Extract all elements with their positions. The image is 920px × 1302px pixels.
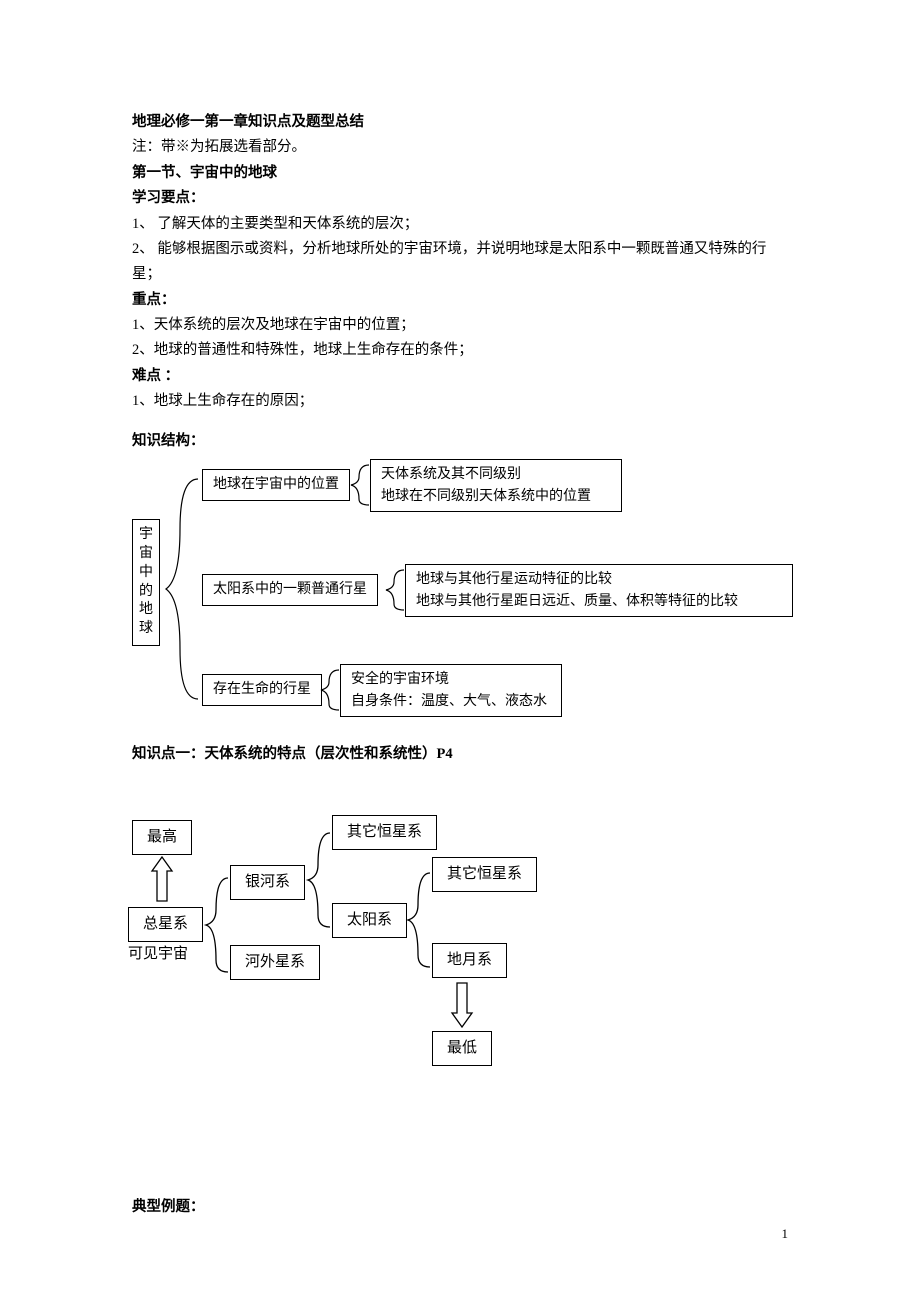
section1-title: 第一节、宇宙中的地球 (132, 161, 788, 186)
other-star-system-box-2: 其它恒星系 (432, 857, 537, 892)
root-char: 的 (133, 583, 159, 602)
other-star-system-box: 其它恒星系 (332, 815, 437, 850)
right-line: 安全的宇宙环境 (351, 669, 551, 691)
mid-box-2: 太阳系中的一颗普通行星 (202, 574, 378, 606)
right-box-2: 地球与其他行星运动特征的比较 地球与其他行星距日远近、质量、体积等特征的比较 (405, 564, 793, 617)
study-head: 学习要点： (132, 186, 788, 211)
root-char: 宇 (133, 526, 159, 545)
bracket-icon (202, 870, 232, 980)
note-line: 注：带※为拓展选看部分。 (132, 135, 788, 160)
bracket-icon (304, 825, 334, 935)
knowledge-point-1-head: 知识点一：天体系统的特点（层次性和系统性）P4 (132, 742, 788, 767)
bracket-icon (160, 469, 200, 709)
focus-item-1: 1、天体系统的层次及地球在宇宙中的位置； (132, 313, 788, 338)
arrow-down-icon (450, 979, 474, 1029)
arrow-up-icon (150, 855, 174, 905)
doc-title: 地理必修一第一章知识点及题型总结 (132, 110, 788, 135)
focus-head: 重点： (132, 288, 788, 313)
structure-head: 知识结构： (132, 429, 788, 454)
page-number: 1 (782, 1223, 789, 1246)
knowledge-structure-diagram: 宇 宙 中 的 地 球 地球在宇宙中的位置 太阳系中的一颗普通行星 存在生命的行… (132, 459, 788, 724)
bracket-icon (404, 865, 434, 975)
lowest-box: 最低 (432, 1031, 492, 1066)
right-line: 自身条件：温度、大气、液态水 (351, 691, 551, 713)
mid-box-3: 存在生命的行星 (202, 674, 322, 706)
right-line: 地球与其他行星运动特征的比较 (416, 569, 782, 591)
root-char: 球 (133, 620, 159, 639)
bracket-icon (347, 459, 372, 511)
right-box-1: 天体系统及其不同级别 地球在不同级别天体系统中的位置 (370, 459, 622, 512)
highest-box: 最高 (132, 820, 192, 855)
extragalactic-box: 河外星系 (230, 945, 320, 980)
right-box-3: 安全的宇宙环境 自身条件：温度、大气、液态水 (340, 664, 562, 717)
root-char: 中 (133, 564, 159, 583)
earth-moon-box: 地月系 (432, 943, 507, 978)
milky-way-box: 银河系 (230, 865, 305, 900)
difficulty-head: 难点 ： (132, 364, 788, 389)
solar-system-box: 太阳系 (332, 903, 407, 938)
bracket-icon (317, 664, 342, 716)
study-item-1: 1、 了解天体的主要类型和天体系统的层次； (132, 212, 788, 237)
study-item-2: 2、 能够根据图示或资料，分析地球所处的宇宙环境，并说明地球是太阳系中一颗既普通… (132, 237, 788, 288)
mid-box-1: 地球在宇宙中的位置 (202, 469, 350, 501)
root-char: 宙 (133, 545, 159, 564)
right-line: 地球在不同级别天体系统中的位置 (381, 486, 611, 508)
focus-item-2: 2、地球的普通性和特殊性，地球上生命存在的条件； (132, 338, 788, 363)
right-line: 地球与其他行星距日远近、质量、体积等特征的比较 (416, 591, 782, 613)
right-line: 天体系统及其不同级别 (381, 464, 611, 486)
total-galaxy-box: 总星系 (128, 907, 203, 942)
example-head: 典型例题： (132, 1195, 788, 1220)
bracket-icon (382, 564, 407, 616)
difficulty-item-1: 1、地球上生命存在的原因； (132, 389, 788, 414)
root-box: 宇 宙 中 的 地 球 (132, 519, 160, 646)
root-char: 地 (133, 601, 159, 620)
visible-universe-label: 可见宇宙 (128, 941, 188, 967)
celestial-hierarchy-diagram: 最高 总星系 可见宇宙 银河系 河外星系 其它恒星系 太阳系 其它恒星系 地月系 (132, 785, 788, 1135)
